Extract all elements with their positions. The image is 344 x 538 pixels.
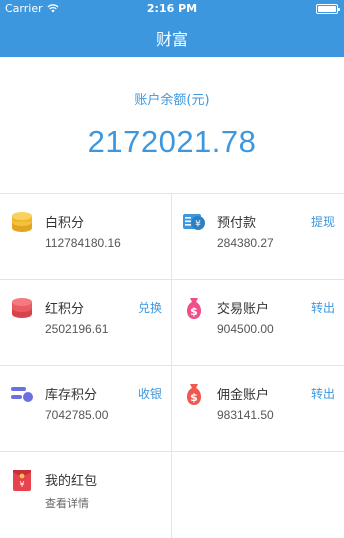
battery-icon — [316, 4, 340, 14]
status-bar: Carrier 2:16 PM — [0, 0, 344, 18]
balance-value: 2172021.78 — [87, 124, 257, 159]
transfer-out-link[interactable]: 转出 — [311, 385, 335, 402]
red-packet-icon: ¥ — [13, 470, 31, 491]
page-title: 财富 — [155, 30, 188, 49]
money-bag-icon: $ — [186, 384, 202, 405]
navigation-bar: Carrier 2:16 PM 财富 — [0, 0, 344, 57]
money-bag-icon: $ — [186, 298, 202, 319]
exchange-link[interactable]: 兑换 — [138, 299, 162, 316]
prepaid-cell[interactable]: ¥ 预付款 284380.27 提现 — [172, 194, 344, 280]
red-points-value: 2502196.61 — [45, 322, 109, 336]
svg-text:$: $ — [190, 391, 198, 404]
red-packet-title: 我的红包 — [45, 474, 98, 489]
prepaid-value: 284380.27 — [217, 236, 274, 250]
cashier-link[interactable]: 收银 — [138, 385, 162, 402]
commission-account-cell[interactable]: $ 佣金账户 983141.50 转出 — [172, 366, 344, 452]
commission-account-value: 983141.50 — [217, 408, 274, 422]
red-packet-details-link[interactable]: 查看详情 — [45, 495, 89, 511]
inventory-points-title: 库存积分 — [45, 388, 98, 403]
red-packet-cell[interactable]: ¥ 我的红包 查看详情 — [0, 452, 172, 538]
white-points-value: 112784180.16 — [45, 236, 121, 250]
balance-panel: 账户余额(元) 2172021.78 — [0, 57, 344, 193]
transfer-out-link[interactable]: 转出 — [311, 299, 335, 316]
svg-text:$: $ — [190, 305, 198, 318]
red-points-title: 红积分 — [45, 302, 85, 317]
red-points-cell[interactable]: 红积分 2502196.61 兑换 — [0, 280, 172, 366]
coins-icon — [12, 212, 32, 232]
balance-label: 账户余额(元) — [134, 93, 210, 108]
wealth-grid: 白积分 112784180.16 ¥ 预付款 284380.27 提现 红积分 … — [0, 193, 344, 538]
trading-account-value: 904500.00 — [217, 322, 274, 336]
clock-label: 2:16 PM — [146, 2, 198, 15]
inventory-toggle-icon — [11, 387, 33, 402]
trading-account-title: 交易账户 — [217, 302, 270, 317]
inventory-points-cell[interactable]: 库存积分 7042785.00 收银 — [0, 366, 172, 452]
prepaid-title: 预付款 — [217, 216, 257, 231]
inventory-points-value: 7042785.00 — [45, 408, 109, 422]
svg-text:¥: ¥ — [195, 220, 201, 230]
svg-text:¥: ¥ — [19, 480, 24, 489]
commission-account-title: 佣金账户 — [217, 388, 270, 403]
trading-account-cell[interactable]: $ 交易账户 904500.00 转出 — [172, 280, 344, 366]
white-points-cell[interactable]: 白积分 112784180.16 — [0, 194, 172, 280]
white-points-title: 白积分 — [45, 216, 85, 231]
red-coins-icon — [12, 298, 32, 318]
prepaid-card-icon: ¥ — [183, 214, 205, 230]
withdraw-link[interactable]: 提现 — [311, 213, 335, 230]
